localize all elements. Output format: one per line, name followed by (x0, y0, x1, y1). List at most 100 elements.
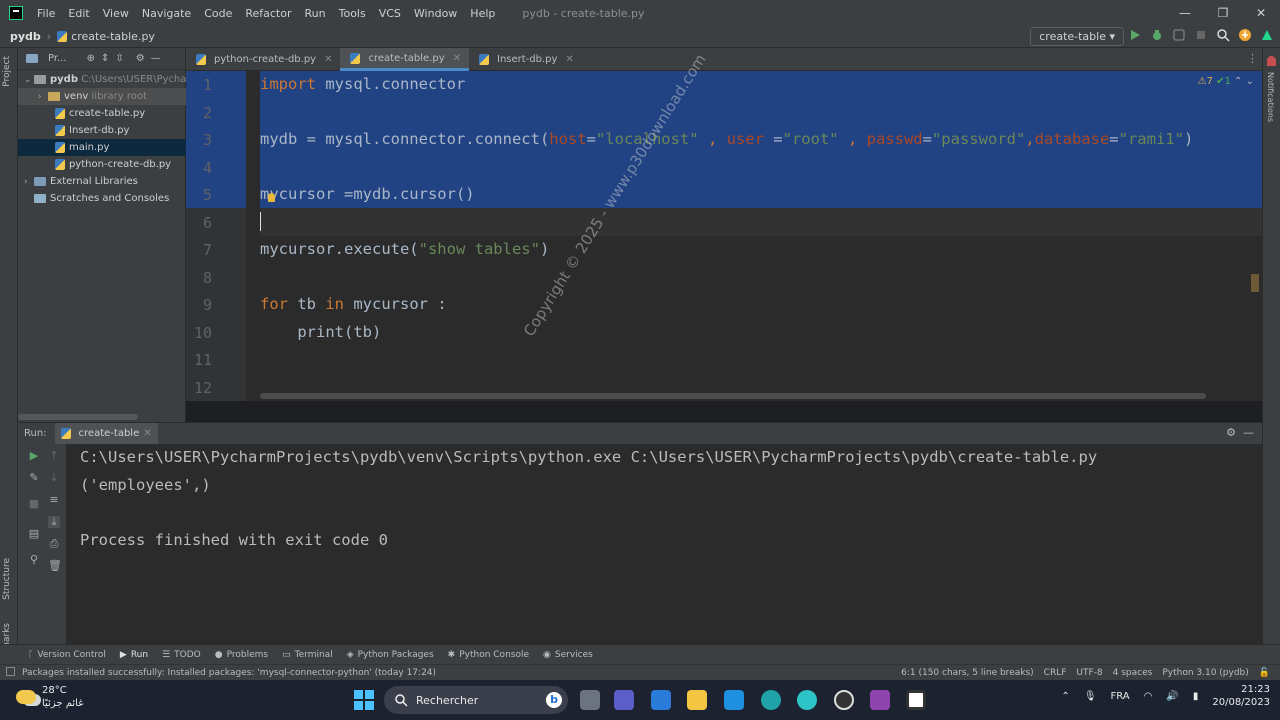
chevron-right-icon[interactable]: › (24, 174, 34, 190)
close-icon[interactable]: ✕ (565, 48, 573, 71)
video-editor-icon[interactable] (870, 690, 890, 710)
tree-item-external-libraries[interactable]: › External Libraries (18, 173, 186, 190)
status-message[interactable]: Packages installed successfully: Install… (22, 668, 436, 678)
menu-tools[interactable]: Tools (339, 7, 366, 20)
tool-tab-python-packages[interactable]: ◈ Python Packages (347, 650, 434, 660)
bing-icon[interactable]: b (546, 692, 562, 708)
collapse-all-icon[interactable]: ⇳ (115, 53, 123, 64)
print-icon[interactable]: ⎙ (48, 538, 60, 550)
expand-all-icon[interactable]: ⇕ (101, 53, 109, 64)
structure-tool-label[interactable]: Structure (2, 558, 12, 600)
run-console[interactable]: C:\Users\USER\PycharmProjects\pydb\venv\… (67, 444, 1262, 644)
status-toggle-icon[interactable] (6, 667, 15, 676)
close-icon[interactable]: ✕ (453, 47, 461, 70)
menu-help[interactable]: Help (470, 7, 495, 20)
tool-tab-todo[interactable]: ☰ TODO (162, 650, 201, 660)
chevron-right-icon[interactable]: › (38, 89, 48, 105)
menu-run[interactable]: Run (305, 7, 326, 20)
tree-item-main[interactable]: main.py (18, 139, 186, 156)
search-icon[interactable] (1216, 28, 1230, 42)
caret-position[interactable]: 6:1 (150 chars, 5 line breaks) (901, 668, 1034, 678)
gear-icon[interactable]: ⚙ (1226, 426, 1236, 439)
breadcrumb-file[interactable]: create-table.py (71, 30, 155, 43)
close-icon[interactable]: ✕ (143, 423, 151, 445)
tab-insert-db[interactable]: Insert-db.py ✕ (469, 48, 582, 71)
soft-wrap-icon[interactable]: ≡ (48, 494, 60, 506)
python-interpreter[interactable]: Python 3.10 (pydb) (1162, 668, 1248, 678)
run-tab-create-table[interactable]: create-table ✕ (54, 422, 158, 445)
mail-icon[interactable] (724, 690, 744, 710)
project-panel-title[interactable]: Pr... (48, 53, 67, 64)
project-tool-label[interactable]: Project (2, 56, 12, 87)
tool-tab-services[interactable]: ◉ Services (543, 650, 593, 660)
menu-window[interactable]: Window (414, 7, 457, 20)
tree-item-pydb[interactable]: ⌄ pydb C:\Users\USER\Pycharm (18, 71, 186, 88)
volume-icon[interactable]: 🔊 (1166, 691, 1178, 702)
editor-hscrollbar[interactable] (260, 393, 1206, 399)
rerun-icon[interactable]: ▶ (28, 450, 40, 462)
tab-options-icon[interactable]: ⋮ (1247, 52, 1258, 65)
chevron-down-icon[interactable]: ⌄ (24, 72, 34, 88)
edge-icon[interactable] (761, 690, 781, 710)
obs-icon[interactable] (834, 690, 854, 710)
tree-item-create-table[interactable]: create-table.py (18, 105, 186, 122)
breadcrumb-project[interactable]: pydb (10, 30, 41, 43)
weather-widget[interactable]: 28°C غائم جزئيًا (16, 684, 83, 710)
line-separator[interactable]: CRLF (1044, 668, 1067, 678)
minimize-button[interactable]: — (1166, 0, 1204, 26)
file-encoding[interactable]: UTF-8 (1076, 668, 1102, 678)
jetbrains-ai-icon[interactable] (1260, 28, 1274, 42)
hide-panel-icon[interactable]: — (151, 53, 161, 64)
notifications-tool-label[interactable]: Notifications (1266, 72, 1275, 122)
clock[interactable]: 21:23 20/08/2023 (1212, 683, 1270, 709)
menu-vcs[interactable]: VCS (379, 7, 401, 20)
chevron-up-icon[interactable]: ⌃ (1061, 691, 1069, 702)
language-indicator[interactable]: FRA (1111, 691, 1130, 702)
store-icon[interactable] (651, 690, 671, 710)
canva-icon[interactable] (797, 690, 817, 710)
task-view-icon[interactable] (580, 690, 600, 710)
menu-edit[interactable]: Edit (68, 7, 89, 20)
arrow-up-icon[interactable]: ↑ (48, 450, 60, 462)
tool-tab-run[interactable]: ▶ Run (120, 650, 148, 660)
battery-icon[interactable]: ▮ (1193, 691, 1199, 702)
trash-icon[interactable]: 🗑 (48, 560, 62, 572)
menu-refactor[interactable]: Refactor (245, 7, 291, 20)
wrench-icon[interactable]: ✎ (28, 472, 40, 484)
tool-tab-terminal[interactable]: ▭ Terminal (282, 650, 333, 660)
tree-item-python-create-db[interactable]: python-create-db.py (18, 156, 186, 173)
pin-icon[interactable]: ⚲ (28, 554, 40, 566)
menu-code[interactable]: Code (204, 7, 232, 20)
stop-icon[interactable] (1194, 28, 1208, 42)
wifi-icon[interactable]: ◠ (1144, 691, 1153, 702)
coverage-icon[interactable] (1172, 28, 1186, 42)
menu-navigate[interactable]: Navigate (142, 7, 191, 20)
microphone-icon[interactable]: 🎙 (1084, 691, 1097, 702)
arrow-down-icon[interactable]: ↓ (48, 472, 60, 484)
close-icon[interactable]: ✕ (324, 48, 332, 71)
gear-icon[interactable]: ⚙ (136, 53, 145, 64)
pycharm-taskbar-icon[interactable] (906, 690, 926, 710)
tool-tab-problems[interactable]: ● Problems (215, 650, 268, 660)
taskbar-search[interactable]: Rechercher b (384, 686, 568, 714)
code-editor[interactable]: 1 2 3 4 5 6 7 8 9 10 11 12 import mysql.… (186, 71, 1262, 401)
tree-item-insert-db[interactable]: Insert-db.py (18, 122, 186, 139)
editor-vscroll-marker[interactable] (1251, 274, 1259, 292)
chevron-down-icon[interactable]: ⌄ (1246, 76, 1254, 87)
inspection-widget[interactable]: ⚠7 ✔1 ⌃ ⌄ (1198, 76, 1254, 87)
teams-icon[interactable] (614, 690, 634, 710)
tab-python-create-db[interactable]: python-create-db.py ✕ (186, 48, 340, 71)
stop-icon[interactable]: ■ (28, 498, 40, 510)
start-button[interactable] (354, 690, 374, 710)
run-icon[interactable] (1128, 28, 1142, 42)
tab-create-table[interactable]: create-table.py ✕ (340, 48, 469, 71)
locate-icon[interactable]: ⊕ (87, 53, 95, 64)
debug-icon[interactable] (1150, 28, 1164, 42)
chevron-up-icon[interactable]: ⌃ (1234, 76, 1242, 87)
maximize-button[interactable]: ❐ (1204, 0, 1242, 26)
notifications-bell-icon[interactable] (1267, 56, 1276, 66)
hide-panel-icon[interactable]: — (1243, 426, 1254, 439)
close-window-button[interactable]: ✕ (1242, 0, 1280, 26)
layout-icon[interactable]: ▤ (28, 528, 40, 540)
lock-icon[interactable]: 🔓 (1259, 668, 1270, 678)
